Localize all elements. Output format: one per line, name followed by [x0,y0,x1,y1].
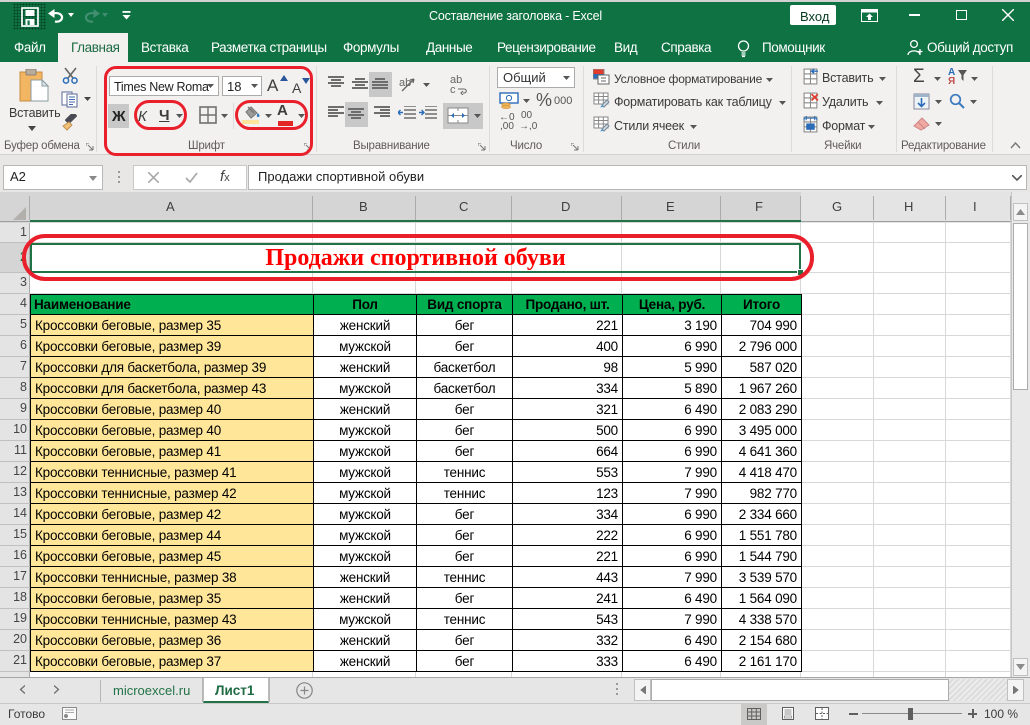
svg-text:c: c [450,84,456,95]
